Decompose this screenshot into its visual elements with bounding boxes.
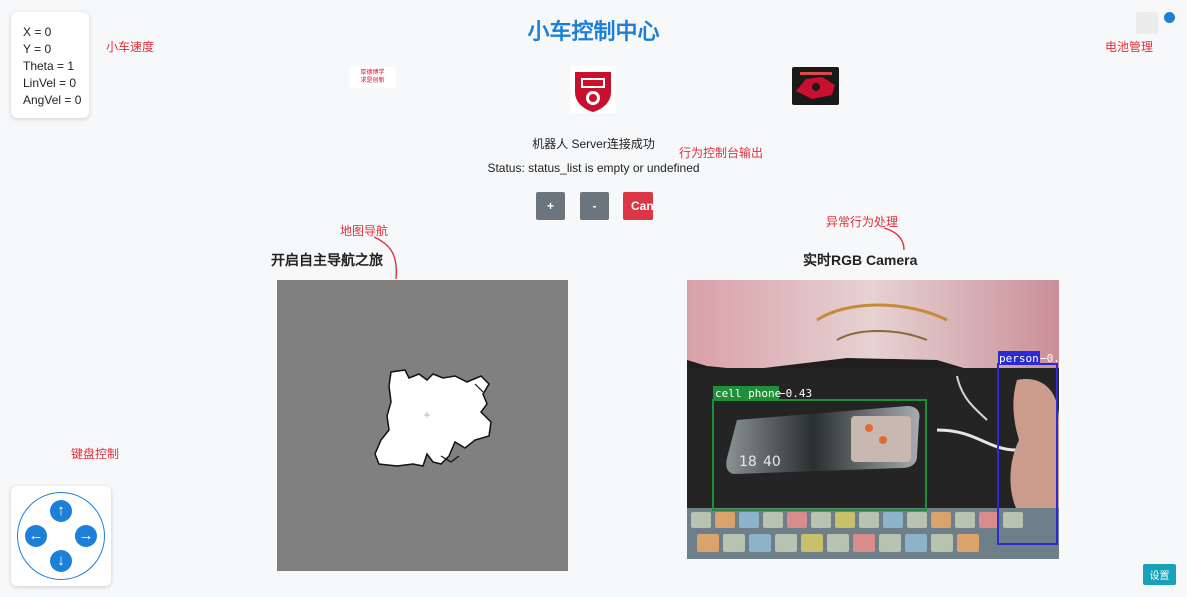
- occupancy-map[interactable]: [277, 280, 568, 571]
- annotation-pointer-anomaly: [883, 227, 905, 251]
- keyboard-control-panel: ↑ ↓ ← →: [11, 486, 111, 586]
- move-left-button[interactable]: ←: [25, 525, 47, 547]
- page-title: 小车控制中心: [527, 20, 660, 45]
- motto-line-1: 厚德博学: [360, 69, 385, 76]
- motto-logo: 厚德博学 求是创新: [349, 67, 396, 88]
- phone-clock-hours: 18: [739, 454, 757, 470]
- university-emblem: [570, 66, 616, 113]
- move-down-button[interactable]: ↓: [50, 550, 72, 572]
- explored-area: [374, 369, 492, 467]
- camera-section-title: 实时RGB Camera: [803, 252, 918, 268]
- settings-button[interactable]: 设置: [1143, 564, 1176, 585]
- detection-score-person: −0.: [1040, 352, 1059, 365]
- lab-logo: [792, 67, 839, 105]
- motto-line-2: 求是创新: [360, 77, 385, 84]
- odom-angvel: AngVel = 0: [23, 93, 82, 107]
- connection-status: 机器人 Server连接成功: [532, 137, 655, 151]
- detection-label-person: person: [999, 352, 1039, 365]
- cancel-button[interactable]: Cancel: [623, 192, 653, 220]
- phone-clock-minutes: 40: [763, 454, 781, 470]
- connection-dot: [1164, 12, 1175, 23]
- map-section-title: 开启自主导航之旅: [271, 252, 383, 268]
- detection-label-phone: cell phone: [715, 387, 781, 400]
- detection-score-phone: −0.43: [779, 387, 812, 400]
- annotation-keyboard: 键盘控制: [71, 447, 120, 461]
- map-canvas[interactable]: [277, 280, 568, 571]
- camera-feed: 18 40 cell phone −0.43 person −0.: [687, 280, 1059, 559]
- camera-frame: 18 40 cell phone −0.43 person −0.: [687, 280, 1059, 559]
- odom-theta: Theta = 1: [23, 59, 75, 73]
- battery-indicator[interactable]: [1136, 12, 1158, 34]
- move-up-button[interactable]: ↑: [50, 500, 72, 522]
- status-line: Status: status_list is empty or undefine…: [487, 161, 700, 175]
- move-right-button[interactable]: →: [75, 525, 97, 547]
- odom-linvel: LinVel = 0: [23, 76, 77, 90]
- speed-down-button[interactable]: -: [580, 192, 609, 220]
- speed-up-button[interactable]: +: [536, 192, 565, 220]
